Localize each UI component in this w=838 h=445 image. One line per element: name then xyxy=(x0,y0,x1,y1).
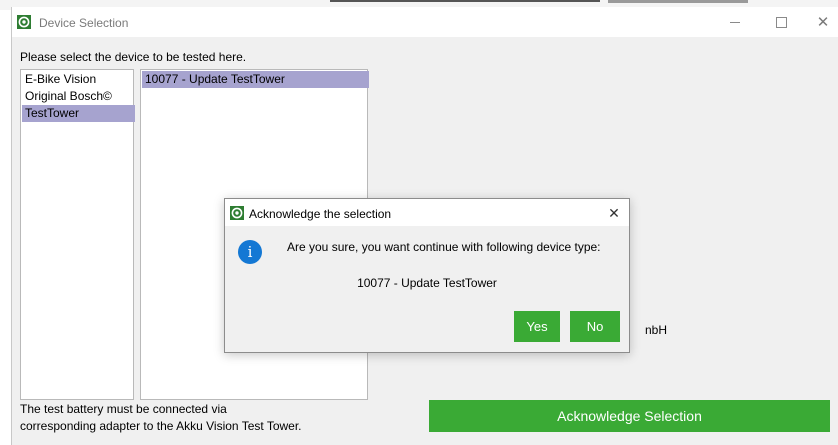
background-text-fragment: nbH xyxy=(645,323,668,337)
dialog-close-icon: ✕ xyxy=(608,205,620,221)
yes-button[interactable]: Yes xyxy=(514,311,560,342)
close-button[interactable]: ✕ xyxy=(800,7,838,37)
connection-hint: The test battery must be connected via c… xyxy=(20,401,302,435)
selection-prompt: Please select the device to be tested he… xyxy=(20,50,247,64)
background-window-edge-2 xyxy=(608,0,748,3)
window-title: Device Selection xyxy=(39,16,129,30)
maximize-icon xyxy=(775,16,787,28)
close-icon: ✕ xyxy=(816,14,830,31)
dialog-message: Are you sure, you want continue with fol… xyxy=(287,240,601,254)
acknowledge-selection-button[interactable]: Acknowledge Selection xyxy=(429,400,830,432)
no-button[interactable]: No xyxy=(570,311,620,342)
dialog-device-type: 10077 - Update TestTower xyxy=(357,276,497,290)
dialog-app-logo-icon xyxy=(230,206,244,220)
category-item-original-bosch[interactable]: Original Bosch© xyxy=(22,88,135,105)
connection-hint-line-1: The test battery must be connected via xyxy=(20,402,227,416)
minimize-icon xyxy=(730,21,740,23)
minimize-button[interactable] xyxy=(712,7,758,37)
dialog-titlebar[interactable]: Acknowledge the selection ✕ xyxy=(225,199,629,226)
category-item-testtower[interactable]: TestTower xyxy=(22,105,135,122)
category-item-e-bike-vision[interactable]: E-Bike Vision xyxy=(22,71,135,88)
info-icon: i xyxy=(238,240,262,264)
maximize-button[interactable] xyxy=(758,7,804,37)
background-window-edge xyxy=(330,0,600,2)
dialog-close-button[interactable]: ✕ xyxy=(603,203,625,223)
category-listbox[interactable]: E-Bike Vision Original Bosch© TestTower xyxy=(20,69,135,400)
connection-hint-line-2: corresponding adapter to the Akku Vision… xyxy=(20,419,302,433)
device-item-10077[interactable]: 10077 - Update TestTower xyxy=(142,71,369,88)
acknowledge-dialog: Acknowledge the selection ✕ i Are you su… xyxy=(224,198,630,353)
dialog-title: Acknowledge the selection xyxy=(249,207,392,221)
app-logo-icon xyxy=(17,15,31,29)
window-titlebar[interactable]: Device Selection ✕ xyxy=(12,7,838,37)
